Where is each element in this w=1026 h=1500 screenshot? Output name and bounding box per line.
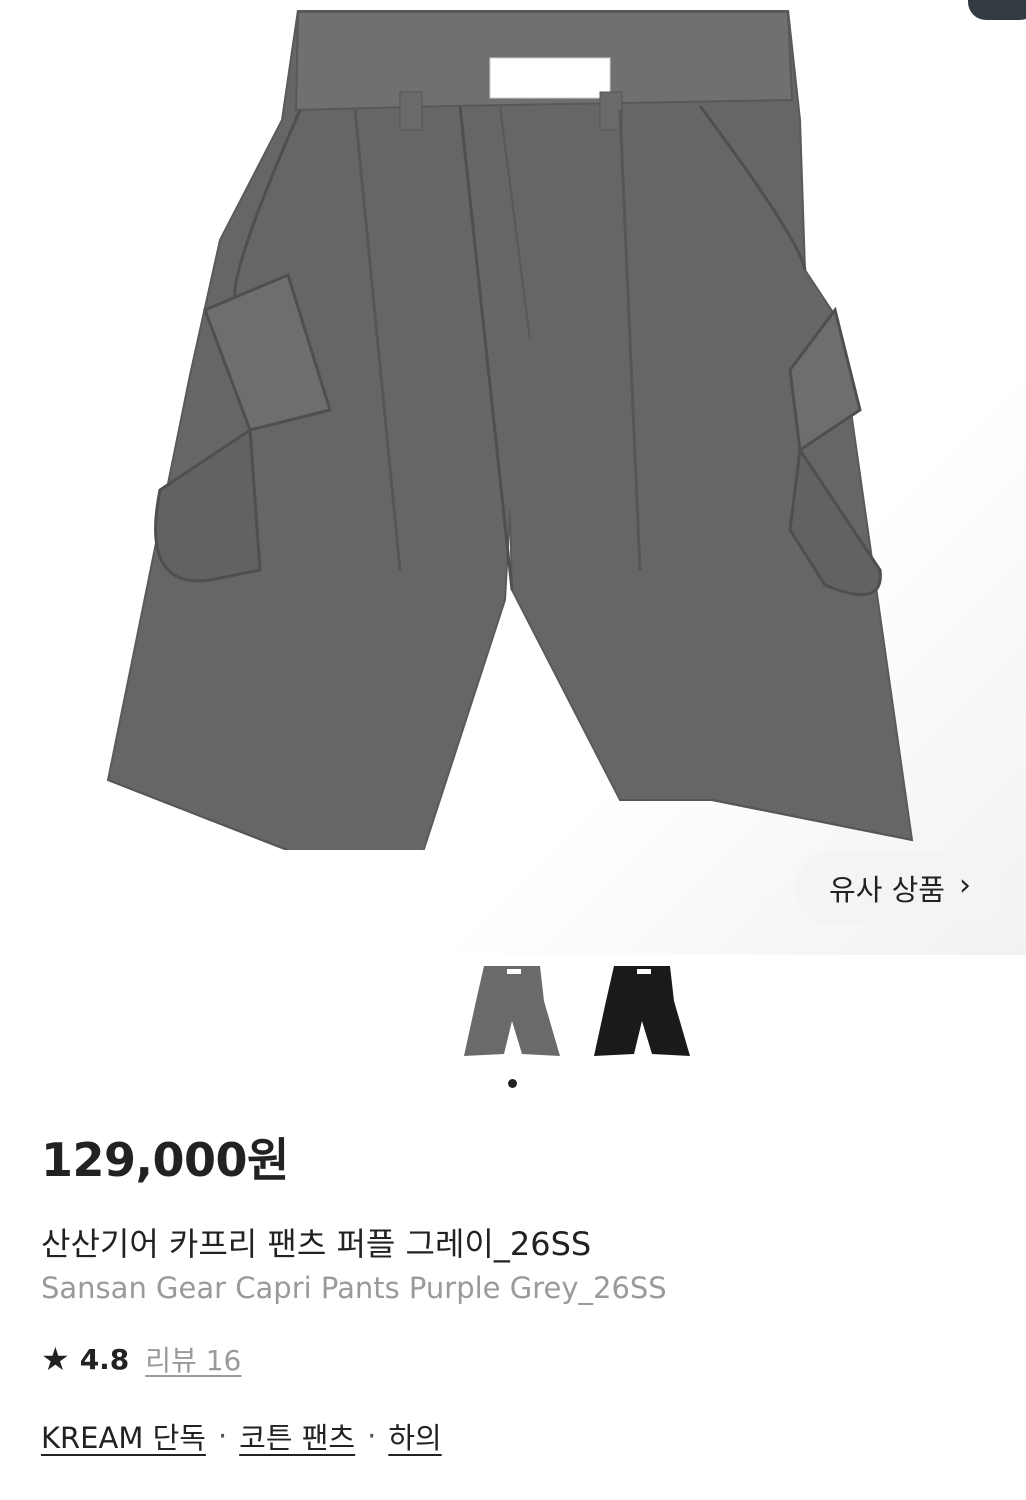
tag-separator: ·	[367, 1419, 377, 1453]
product-image-area[interactable]: 유사 상품 ›	[0, 0, 1026, 955]
thumbnail-black[interactable]	[592, 958, 692, 1064]
chevron-right-icon: ›	[958, 868, 971, 903]
thumbnail-black-image	[594, 966, 690, 1056]
product-price: 129,000원	[41, 1133, 289, 1187]
thumbnail-grey[interactable]	[462, 958, 562, 1064]
category-tags: KREAM 단독 · 코튼 팬츠 · 하의	[41, 1415, 442, 1457]
tag-link-exclusive[interactable]: KREAM 단독	[41, 1415, 206, 1457]
similar-products-button[interactable]: 유사 상품 ›	[795, 851, 1005, 925]
rating-row: ★ 4.8 리뷰 16	[41, 1339, 241, 1379]
tag-separator: ·	[217, 1419, 228, 1453]
tag-link-bottoms[interactable]: 하의	[388, 1415, 441, 1457]
reviews-link[interactable]: 리뷰 16	[145, 1339, 241, 1379]
product-title-english: Sansan Gear Capri Pants Purple Grey_26SS	[41, 1271, 667, 1305]
thumbnail-grey-image	[464, 966, 560, 1056]
carousel-indicator-dot	[508, 1079, 517, 1088]
product-image	[106, 10, 914, 850]
product-title-korean: 산산기어 카프리 팬츠 퍼플 그레이_26SS	[41, 1225, 592, 1263]
overlay-button[interactable]	[968, 0, 1026, 20]
similar-products-label: 유사 상품	[829, 873, 945, 907]
color-thumbnails	[462, 958, 692, 1064]
rating-value: 4.8	[79, 1342, 130, 1376]
star-icon: ★	[41, 1340, 70, 1378]
tag-link-cotton-pants[interactable]: 코튼 팬츠	[239, 1415, 355, 1457]
